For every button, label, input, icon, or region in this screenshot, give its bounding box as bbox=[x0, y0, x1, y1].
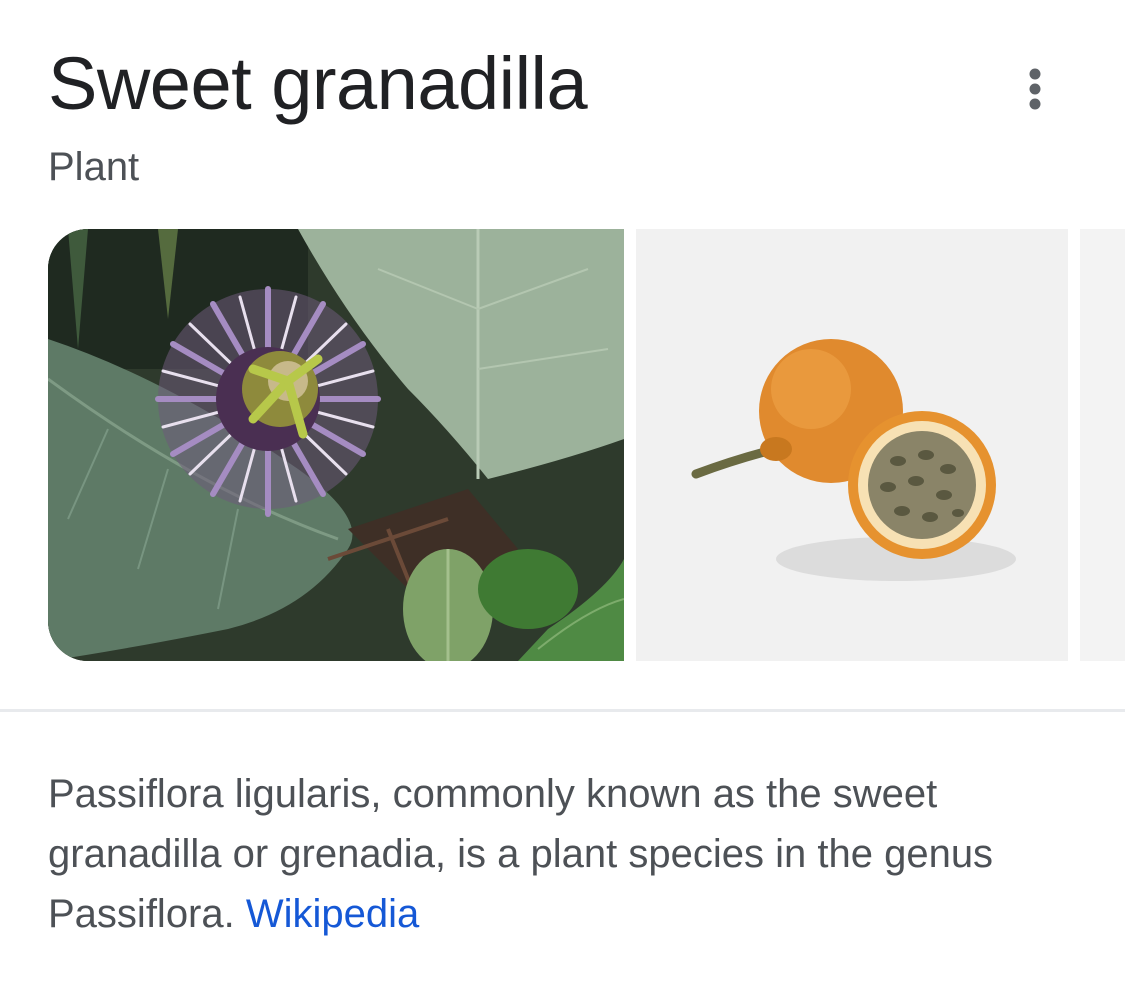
image-granadilla-fruit[interactable] bbox=[636, 229, 1068, 661]
image-partial-third[interactable] bbox=[1080, 229, 1125, 661]
description: Passiflora ligularis, commonly known as … bbox=[48, 764, 1088, 944]
image-carousel[interactable] bbox=[48, 229, 1125, 661]
panel-title: Sweet granadilla bbox=[48, 42, 588, 125]
section-divider bbox=[0, 709, 1125, 712]
description-text: Passiflora ligularis, commonly known as … bbox=[48, 772, 994, 936]
passion-flower-image bbox=[48, 229, 624, 661]
more-options-button[interactable] bbox=[1010, 64, 1060, 114]
granadilla-fruit-image bbox=[636, 229, 1068, 661]
panel-subtitle: Plant bbox=[48, 145, 140, 189]
more-vert-icon bbox=[1029, 68, 1041, 110]
image-passion-flower[interactable] bbox=[48, 229, 624, 661]
wikipedia-link[interactable]: Wikipedia bbox=[246, 892, 419, 936]
